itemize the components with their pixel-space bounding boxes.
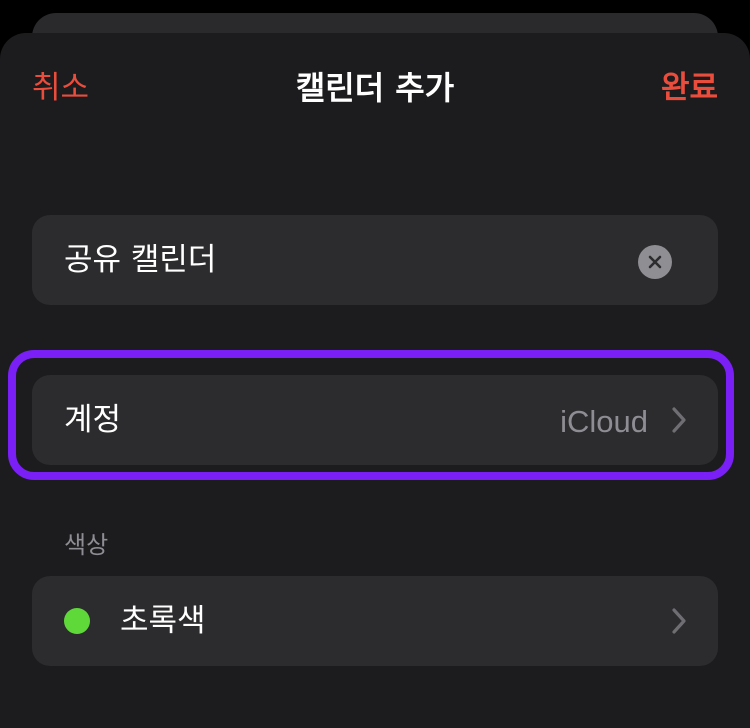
account-value: iCloud bbox=[560, 404, 648, 439]
calendar-name-input[interactable] bbox=[64, 238, 624, 282]
color-row[interactable]: 초록색 bbox=[32, 576, 718, 666]
color-swatch bbox=[64, 608, 90, 634]
chevron-right-icon bbox=[672, 407, 686, 433]
color-label: 초록색 bbox=[120, 603, 206, 639]
screen: 취소 캘린더 추가 완료 계정 iCloud 색상 초록색 bbox=[0, 0, 750, 728]
account-label: 계정 bbox=[64, 402, 122, 438]
account-row[interactable]: 계정 iCloud bbox=[32, 375, 718, 465]
page-title: 캘린더 추가 bbox=[295, 69, 455, 107]
color-section-header: 색상 bbox=[64, 531, 109, 559]
chevron-right-icon bbox=[672, 608, 686, 634]
done-button[interactable]: 완료 bbox=[661, 66, 718, 110]
clear-x-circle-icon[interactable] bbox=[638, 245, 672, 279]
calendar-name-card bbox=[32, 215, 718, 305]
